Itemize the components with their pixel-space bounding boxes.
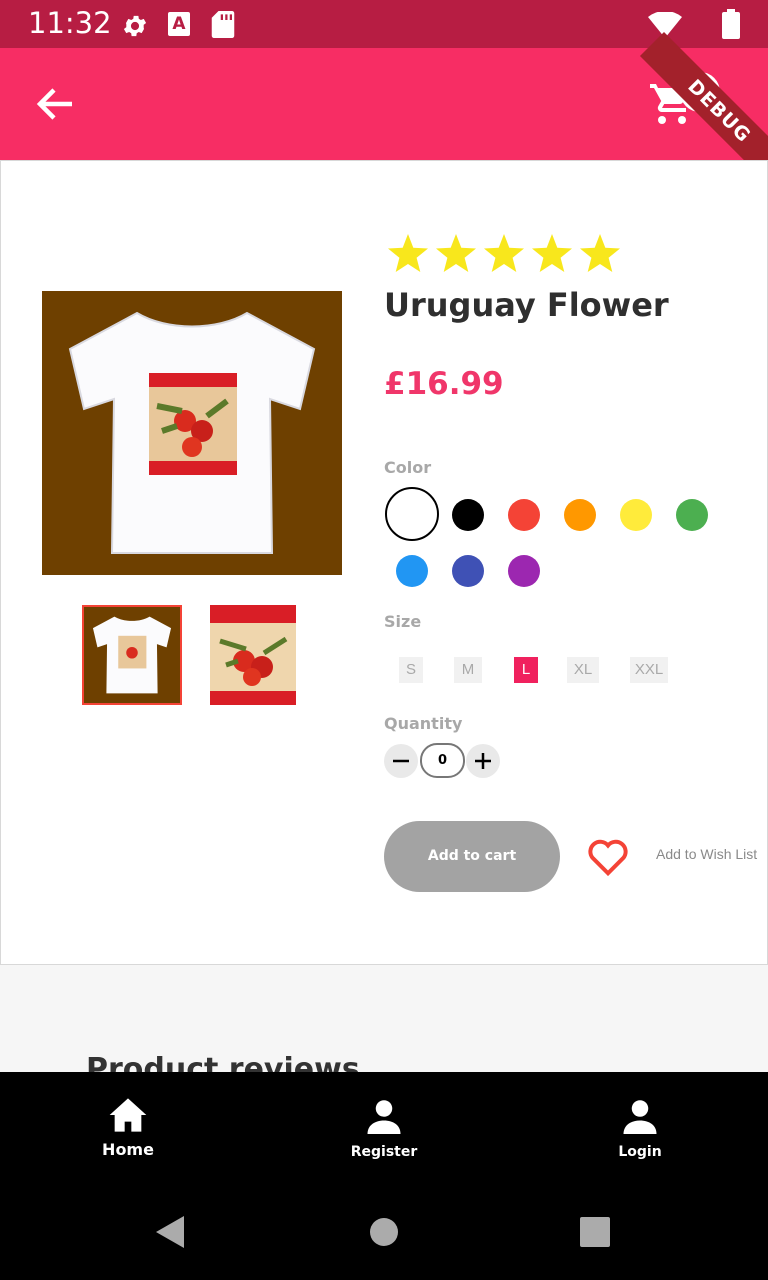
star-icon [388, 234, 428, 272]
increment-button[interactable] [466, 744, 500, 778]
wishlist-link[interactable]: Add to Wish List [656, 846, 757, 862]
person-icon [623, 1100, 657, 1134]
person-icon [367, 1100, 401, 1134]
color-label: Color [384, 458, 432, 477]
color-swatch-indigo[interactable] [452, 555, 484, 587]
plus-icon [475, 753, 491, 769]
color-swatch-red[interactable] [508, 499, 540, 531]
settings-icon [123, 15, 147, 37]
back-arrow-icon[interactable] [36, 86, 76, 122]
product-main-image [42, 291, 342, 575]
status-time: 11:32 [28, 6, 112, 40]
size-option-s[interactable]: S [399, 657, 423, 683]
star-icon [436, 234, 476, 272]
status-bar: 11:32 A [0, 0, 768, 48]
color-swatch-black[interactable] [452, 499, 484, 531]
battery-icon [722, 9, 740, 39]
size-label: Size [384, 612, 422, 631]
color-swatch-green[interactable] [676, 499, 708, 531]
size-option-xl[interactable]: XL [567, 657, 599, 683]
home-icon [109, 1098, 147, 1132]
nav-label-register: Register [350, 1144, 418, 1160]
thumbnail-1[interactable] [82, 605, 182, 705]
color-swatch-white[interactable] [385, 487, 439, 541]
nav-label-login: Login [618, 1144, 662, 1160]
size-option-xxl[interactable]: XXL [630, 657, 668, 683]
size-option-l[interactable]: L [514, 657, 538, 683]
heart-icon[interactable] [586, 836, 630, 876]
system-back-icon[interactable] [156, 1216, 186, 1248]
minus-icon [393, 759, 409, 763]
size-option-m[interactable]: M [454, 657, 482, 683]
font-a-icon: A [168, 12, 190, 36]
stamp-thumbnail-image [210, 605, 296, 705]
tshirt-image [68, 311, 316, 554]
add-to-cart-button[interactable]: Add to cart [384, 821, 560, 892]
color-swatch-orange[interactable] [564, 499, 596, 531]
nav-label-home: Home [102, 1140, 154, 1159]
color-swatch-yellow[interactable] [620, 499, 652, 531]
quantity-label: Quantity [384, 714, 463, 733]
system-recents-icon[interactable] [580, 1217, 610, 1247]
color-swatch-purple[interactable] [508, 555, 540, 587]
star-icon [484, 234, 524, 272]
stars-svg [388, 234, 620, 272]
system-home-icon[interactable] [370, 1218, 398, 1246]
nav-item-home[interactable]: Home [58, 1096, 198, 1196]
quantity-input[interactable]: 0 [420, 743, 465, 778]
product-title: Uruguay Flower [384, 286, 669, 324]
star-icon [532, 234, 572, 272]
app-bar: 12 DEBUG [0, 32, 768, 191]
thumbnail-2[interactable] [206, 605, 306, 705]
product-price: £16.99 [384, 366, 504, 402]
nav-item-login[interactable]: Login [570, 1096, 710, 1196]
tshirt-thumbnail-image [92, 616, 172, 694]
nav-item-register[interactable]: Register [314, 1096, 454, 1196]
color-swatch-blue[interactable] [396, 555, 428, 587]
decrement-button[interactable] [384, 744, 418, 778]
rating-stars [386, 232, 626, 278]
star-icon [580, 234, 620, 272]
bottom-navigation: Home Register Login [0, 1072, 768, 1280]
sd-card-icon [211, 11, 235, 38]
